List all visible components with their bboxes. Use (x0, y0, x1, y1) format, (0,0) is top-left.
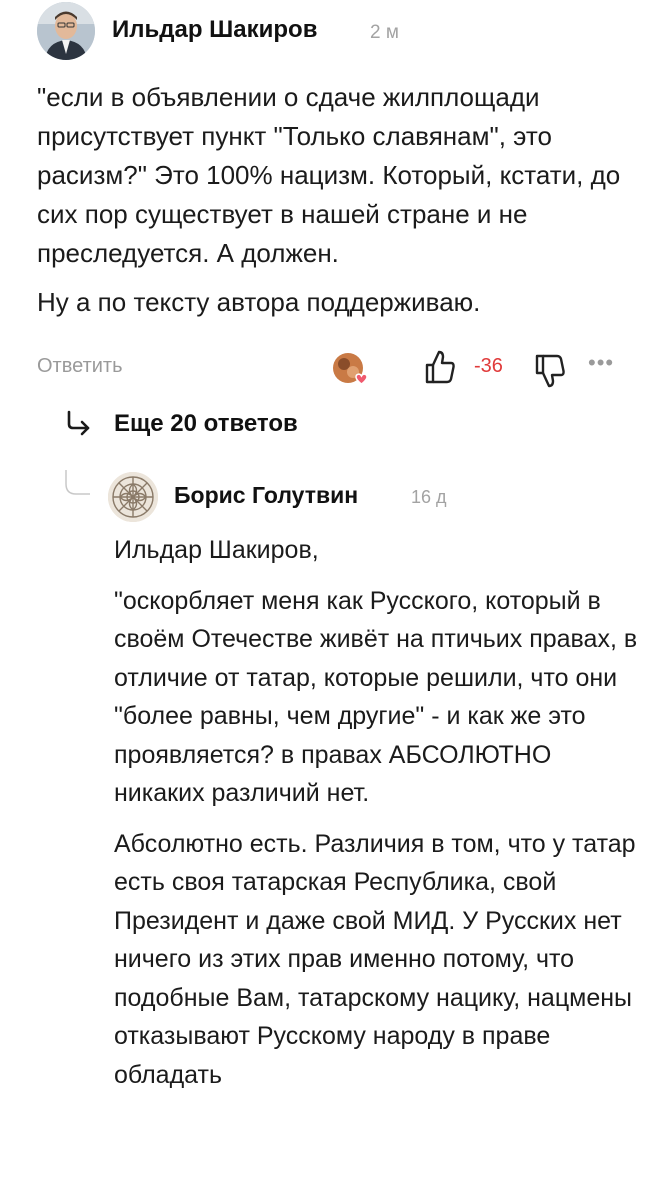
ornament-avatar-icon (108, 472, 158, 522)
author-avatar[interactable] (37, 2, 95, 60)
reply-paragraph: Ильдар Шакиров, (114, 536, 319, 564)
reply-timestamp: 16 д (411, 487, 447, 507)
comment-text: "если в объявлении о сдаче жилплощади пр… (37, 78, 637, 332)
more-options-icon[interactable]: ••• (588, 350, 628, 380)
reply-paragraph: Абсолютно есть. Различия в том, что у та… (114, 829, 636, 1089)
comment-paragraph: Ну а по тексту автора поддерживаю. (37, 287, 481, 317)
person-photo-icon (37, 2, 95, 60)
reply-author-avatar[interactable] (108, 472, 158, 522)
comment-paragraph: "если в объявлении о сдаче жилплощади пр… (37, 82, 621, 268)
thumbs-up-icon[interactable] (423, 348, 457, 386)
reply-author-name[interactable]: Борис Голутвин (174, 482, 358, 509)
thread-connector-icon (64, 470, 90, 498)
comment-actions: Ответить -36 ••• (0, 345, 661, 395)
thumbs-down-icon[interactable] (533, 353, 567, 391)
reply-paragraph: "оскорбляет меня как Русского, который в… (114, 586, 638, 808)
reaction-avatar-icon (333, 353, 368, 385)
reply-text: Ильдар Шакиров, "оскорбляет меня как Рус… (114, 531, 642, 1106)
reactions-avatar[interactable] (331, 350, 371, 390)
more-replies-label: Еще 20 ответов (114, 410, 298, 437)
reply-button[interactable]: Ответить (37, 355, 123, 378)
reply-arrow-icon (64, 410, 92, 438)
comment-timestamp: 2 м (370, 22, 399, 43)
rating-count: -36 (474, 355, 503, 377)
author-name[interactable]: Ильдар Шакиров (112, 16, 317, 44)
more-replies-link[interactable]: Еще 20 ответов (64, 404, 298, 444)
